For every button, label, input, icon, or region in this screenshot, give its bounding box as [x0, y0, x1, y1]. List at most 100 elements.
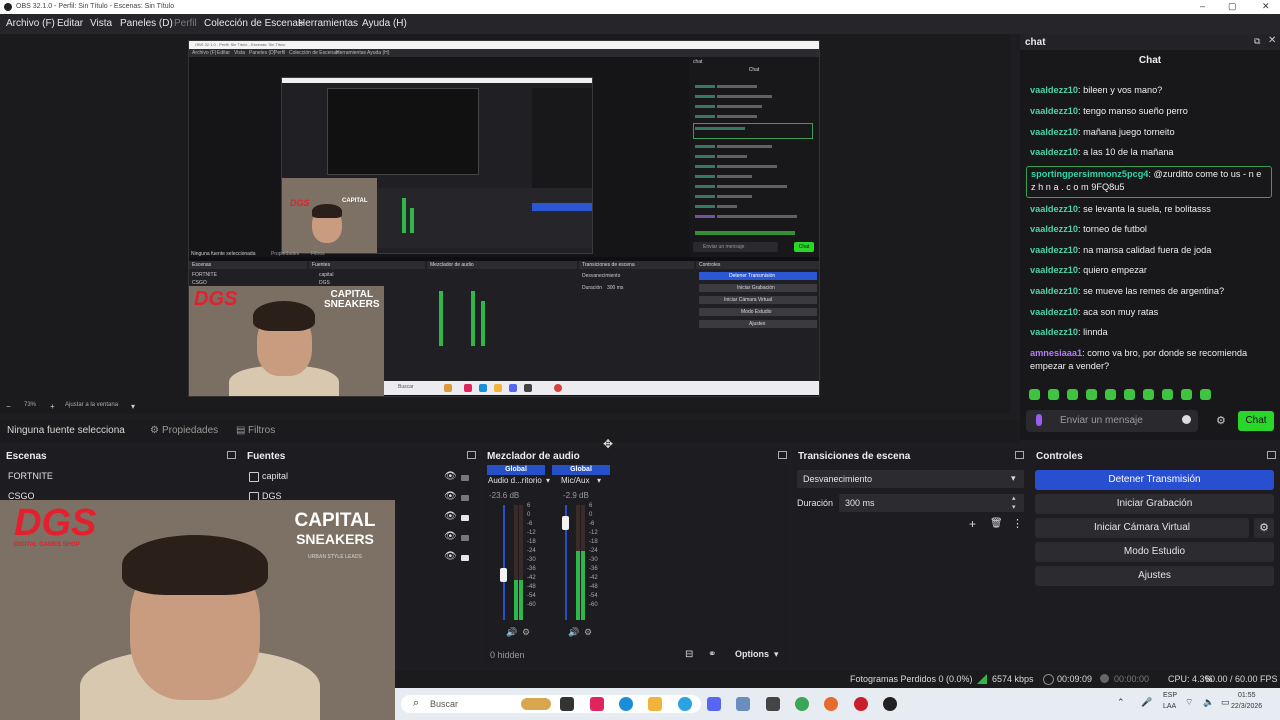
- chevron-up-icon[interactable]: ▴: [1012, 494, 1016, 502]
- chat-username[interactable]: vaaldezz10: [1030, 224, 1078, 234]
- chat-username[interactable]: vaaldezz10: [1030, 265, 1078, 275]
- float-icon[interactable]: ⧉: [1254, 36, 1260, 47]
- menu-archivo[interactable]: Archivo (F): [6, 18, 55, 29]
- fader-track[interactable]: [503, 505, 505, 620]
- settings-button[interactable]: Ajustes: [1035, 566, 1274, 586]
- stop-stream-button[interactable]: Detener Transmisión: [1035, 470, 1274, 490]
- chat-username[interactable]: sportingpersimmonz5pcg4: [1031, 169, 1148, 179]
- eye-icon[interactable]: 👁: [444, 511, 457, 522]
- chat-username[interactable]: vaaldezz10: [1030, 286, 1078, 296]
- emote-icon[interactable]: [1067, 389, 1078, 400]
- source-item[interactable]: capital: [262, 471, 288, 481]
- menu-editar[interactable]: Editar: [57, 18, 83, 29]
- scene-item[interactable]: FORTNITE: [8, 471, 53, 481]
- chat-username[interactable]: vaaldezz10: [1030, 204, 1078, 214]
- eye-icon[interactable]: 👁: [444, 491, 457, 502]
- chat-input[interactable]: Enviar un mensaje: [1026, 410, 1198, 432]
- clock-time[interactable]: 01:55: [1238, 692, 1256, 699]
- chat-username[interactable]: vaaldezz10: [1030, 106, 1078, 116]
- float-icon[interactable]: [778, 451, 787, 459]
- menu-herramientas[interactable]: Herramientas: [298, 18, 358, 29]
- transition-select[interactable]: Desvanecimiento ▾: [797, 470, 1024, 488]
- more-icon[interactable]: ⋮: [1012, 517, 1023, 530]
- chat-send-button[interactable]: Chat: [1238, 411, 1274, 431]
- menu-ayuda[interactable]: Ayuda (H): [362, 18, 407, 29]
- zoom-out-icon[interactable]: −: [6, 402, 11, 411]
- lock-icon[interactable]: [461, 535, 469, 541]
- menu-vista[interactable]: Vista: [90, 18, 112, 29]
- fit-to-window[interactable]: Ajustar a la ventana: [65, 402, 118, 408]
- lock-icon[interactable]: [461, 555, 469, 561]
- emote-icon[interactable]: [1124, 389, 1135, 400]
- menu-coleccion-escenas[interactable]: Colección de Escenas: [204, 18, 303, 29]
- lock-icon[interactable]: [461, 495, 469, 501]
- float-icon[interactable]: [227, 451, 236, 459]
- zoom-in-icon[interactable]: +: [50, 402, 55, 411]
- properties-button[interactable]: Propiedades: [162, 425, 218, 436]
- emoji-icon[interactable]: [1182, 415, 1191, 424]
- emote-icon[interactable]: [1086, 389, 1097, 400]
- chat-username[interactable]: vaaldezz10: [1030, 85, 1078, 95]
- channel-name[interactable]: Mic/Aux: [561, 476, 589, 485]
- mic-tray-icon[interactable]: 🎤: [1141, 697, 1152, 708]
- filters-button[interactable]: Filtros: [248, 425, 275, 436]
- maximize-icon[interactable]: ▢: [1228, 1, 1237, 12]
- chat-username[interactable]: vaaldezz10: [1030, 127, 1078, 137]
- chat-username[interactable]: amnesiaaa1: [1030, 348, 1082, 358]
- filter-icon[interactable]: ▤: [236, 425, 245, 436]
- start-virtual-camera-button[interactable]: Iniciar Cámara Virtual: [1035, 518, 1249, 538]
- start-recording-button[interactable]: Iniciar Grabación: [1035, 494, 1274, 514]
- telegram-icon[interactable]: [678, 697, 692, 711]
- volume-fader[interactable]: [562, 516, 569, 530]
- gear-icon[interactable]: ⚙: [1216, 414, 1226, 427]
- layout-icon[interactable]: ⊟: [685, 649, 693, 660]
- edge-icon[interactable]: [619, 697, 633, 711]
- float-icon[interactable]: [467, 451, 476, 459]
- task-view-icon[interactable]: [560, 697, 574, 711]
- duration-input[interactable]: 300 ms ▴ ▾: [839, 494, 1024, 512]
- emote-icon[interactable]: [1029, 389, 1040, 400]
- language-layout[interactable]: LAA: [1163, 703, 1176, 710]
- eye-icon[interactable]: 👁: [444, 551, 457, 562]
- emote-icon[interactable]: [1048, 389, 1059, 400]
- battery-icon[interactable]: ▭: [1221, 697, 1230, 708]
- lock-icon[interactable]: [461, 515, 469, 521]
- clock-date[interactable]: 22/3/2026: [1231, 703, 1262, 710]
- speaker-icon[interactable]: 🔊: [568, 627, 579, 638]
- emote-icon[interactable]: [1143, 389, 1154, 400]
- chevron-down-icon[interactable]: ▾: [597, 476, 601, 485]
- chevron-down-icon[interactable]: ▾: [774, 649, 779, 660]
- channel-name[interactable]: Audio d...ritorio: [488, 476, 542, 485]
- app-icon[interactable]: [766, 697, 780, 711]
- options-button[interactable]: Options: [735, 649, 769, 659]
- app-icon[interactable]: [736, 697, 750, 711]
- minimize-icon[interactable]: –: [1200, 1, 1205, 11]
- close-icon[interactable]: ✕: [1268, 35, 1276, 46]
- add-icon[interactable]: +: [969, 517, 976, 531]
- emote-icon[interactable]: [1105, 389, 1116, 400]
- chevron-down-icon[interactable]: ▾: [131, 402, 135, 411]
- firefox-icon[interactable]: [824, 697, 838, 711]
- app-icon[interactable]: [854, 697, 868, 711]
- chevron-down-icon[interactable]: ▾: [546, 476, 550, 485]
- close-icon[interactable]: ✕: [1262, 1, 1270, 12]
- obs-icon[interactable]: [883, 697, 897, 711]
- folder-icon[interactable]: [648, 697, 662, 711]
- float-icon[interactable]: [1015, 451, 1024, 459]
- lock-icon[interactable]: [461, 475, 469, 481]
- emote-icon[interactable]: [1200, 389, 1211, 400]
- eye-icon[interactable]: 👁: [444, 471, 457, 482]
- chevron-up-icon[interactable]: ⌃: [1117, 697, 1125, 708]
- settings-icon[interactable]: ⚙: [584, 627, 592, 638]
- chat-username[interactable]: vaaldezz10: [1030, 147, 1078, 157]
- speaker-icon[interactable]: 🔊: [506, 627, 517, 638]
- emote-icon[interactable]: [1162, 389, 1173, 400]
- gear-icon[interactable]: ⚙: [150, 425, 159, 436]
- chat-username[interactable]: vaaldezz10: [1030, 307, 1078, 317]
- emote-icon[interactable]: [1181, 389, 1192, 400]
- capcut-icon[interactable]: [590, 697, 604, 711]
- wifi-icon[interactable]: ⌔: [1185, 697, 1193, 708]
- gear-icon[interactable]: ⚙: [1254, 518, 1274, 538]
- volume-fader[interactable]: [500, 568, 507, 582]
- chrome-icon[interactable]: [795, 697, 809, 711]
